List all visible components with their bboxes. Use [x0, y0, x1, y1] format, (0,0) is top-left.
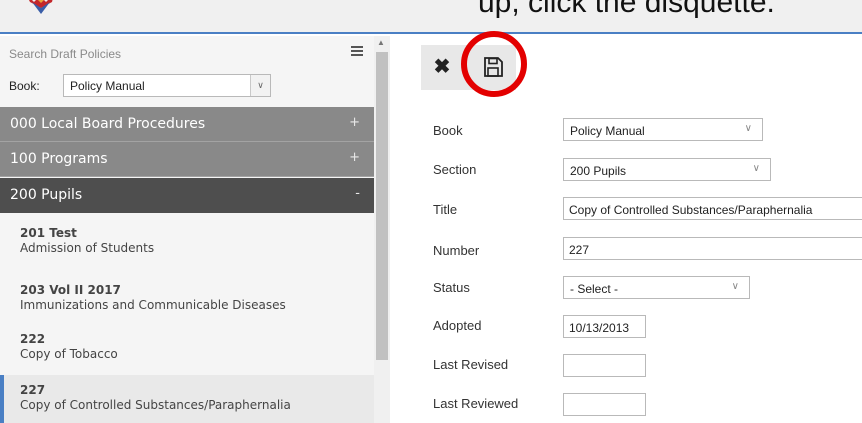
policy-name: Admission of Students: [20, 241, 155, 255]
hamburger-menu-icon[interactable]: [351, 46, 363, 56]
title-field-label: Title: [433, 202, 458, 217]
title-input-value: Copy of Controlled Substances/Parapherna…: [569, 203, 813, 217]
status-field-label: Status: [433, 280, 470, 295]
expand-plus-icon[interactable]: +: [349, 115, 360, 130]
scroll-up-arrow-icon[interactable]: ▲: [377, 38, 385, 47]
policy-number: 203 Vol II 2017: [20, 283, 121, 297]
adopted-field-label: Adopted: [433, 318, 482, 333]
policy-name: Immunizations and Communicable Diseases: [20, 298, 286, 312]
policy-name: Copy of Tobacco: [20, 347, 118, 361]
last-revised-field-label: Last Revised: [433, 357, 509, 372]
chevron-down-icon: ∨: [752, 163, 760, 174]
save-highlight-circle: [461, 31, 527, 97]
status-field-select[interactable]: - Select - ∨: [563, 276, 750, 299]
chevron-down-icon: ∨: [744, 123, 752, 134]
policy-number: 227: [20, 383, 46, 397]
close-icon[interactable]: ✖: [431, 55, 453, 79]
section-label: 200 Pupils: [10, 187, 83, 203]
book-select[interactable]: Policy Manual ∨: [63, 74, 271, 97]
section-field-value: 200 Pupils: [570, 164, 627, 178]
policy-item-222[interactable]: 222 Copy of Tobacco: [0, 324, 374, 382]
number-input-value: 227: [569, 243, 590, 257]
section-200-pupils[interactable]: 200 Pupils -: [0, 178, 374, 213]
policy-number: 222: [20, 332, 46, 346]
chevron-down-icon[interactable]: ∨: [250, 75, 270, 96]
adopted-date-input[interactable]: 10/13/2013: [563, 315, 646, 338]
top-bar: up, click the disquette.: [0, 0, 862, 34]
book-field-select[interactable]: Policy Manual ∨: [563, 118, 763, 141]
section-label: 100 Programs: [10, 151, 108, 167]
book-label: Book:: [9, 79, 40, 93]
policy-item-227-selected[interactable]: 227 Copy of Controlled Substances/Paraph…: [0, 375, 374, 423]
last-revised-date-input[interactable]: [563, 354, 646, 377]
sidebar-scrollbar[interactable]: ▲: [374, 36, 390, 423]
app-logo: [29, 0, 53, 14]
title-input[interactable]: Copy of Controlled Substances/Parapherna…: [563, 197, 862, 220]
collapse-minus-icon[interactable]: -: [355, 186, 360, 201]
book-field-label: Book: [433, 123, 463, 138]
adopted-date-value: 10/13/2013: [569, 321, 630, 335]
section-field-label: Section: [433, 162, 477, 177]
number-field-label: Number: [433, 243, 480, 258]
section-000-local-board-procedures[interactable]: 000 Local Board Procedures +: [0, 107, 374, 142]
policy-name: Copy of Controlled Substances/Parapherna…: [20, 398, 291, 412]
policy-sidebar: Search Draft Policies Book: Policy Manua…: [0, 36, 390, 423]
status-field-value: - Select -: [570, 282, 619, 296]
section-field-select[interactable]: 200 Pupils ∨: [563, 158, 771, 181]
book-select-value: Policy Manual: [70, 79, 145, 93]
chevron-down-icon: ∨: [731, 281, 739, 292]
scrollbar-thumb[interactable]: [376, 52, 388, 360]
section-label: 000 Local Board Procedures: [10, 116, 206, 132]
policy-number: 201 Test: [20, 226, 77, 240]
policy-item-201[interactable]: 201 Test Admission of Students: [0, 218, 374, 276]
last-reviewed-date-input[interactable]: [563, 393, 646, 416]
section-100-programs[interactable]: 100 Programs +: [0, 142, 374, 177]
expand-plus-icon[interactable]: +: [349, 150, 360, 165]
last-reviewed-field-label: Last Reviewed: [433, 396, 519, 411]
search-draft-policies-input[interactable]: Search Draft Policies: [9, 47, 121, 61]
instruction-banner-text: up, click the disquette.: [478, 0, 775, 19]
book-field-value: Policy Manual: [570, 124, 645, 138]
number-input[interactable]: 227: [563, 237, 862, 260]
